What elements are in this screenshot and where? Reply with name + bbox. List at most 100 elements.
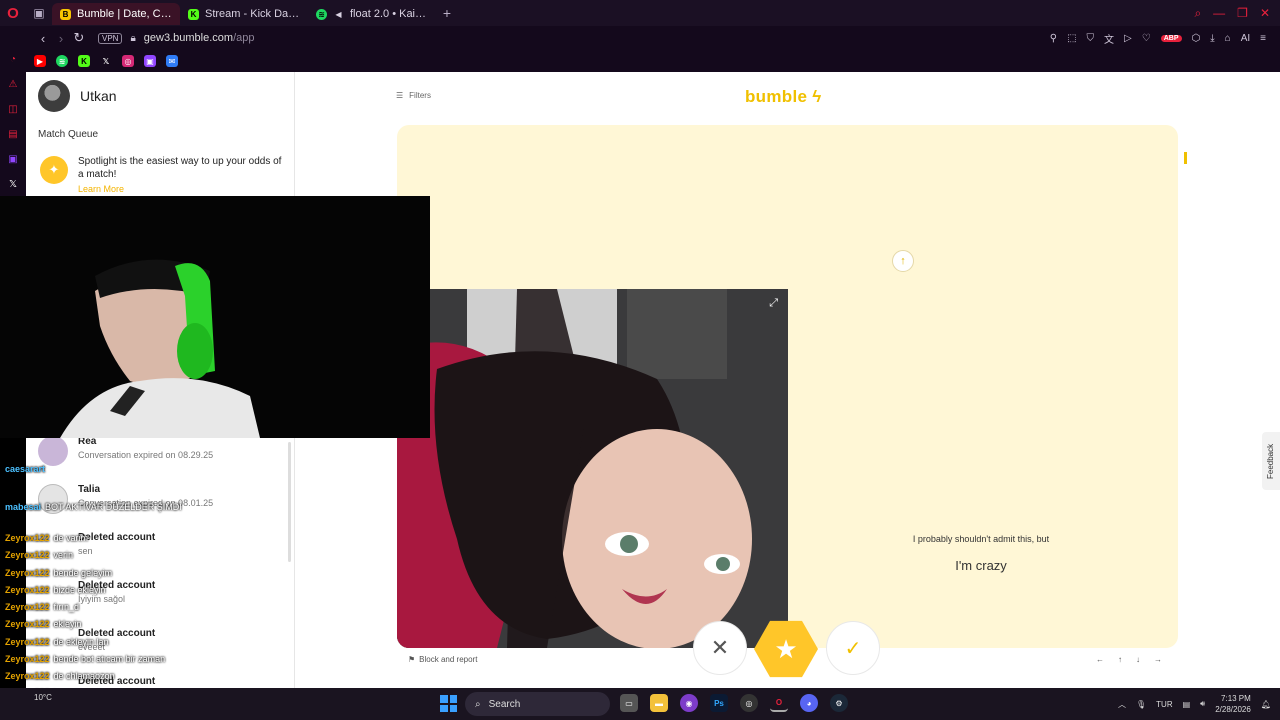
expand-icon[interactable]: ⤢ (769, 297, 778, 310)
conversation-name: Deleted account (78, 676, 156, 687)
conversation-item[interactable]: Rea Conversation expired on 08.29.25 (36, 436, 286, 476)
instagram-bookmark-icon[interactable]: ◎ (122, 55, 134, 67)
conversation-item[interactable]: Talia Conversation expired on 08.01.25 (36, 484, 286, 524)
twitch-bookmark-icon[interactable]: ▣ (144, 55, 156, 67)
download-icon[interactable]: ⤓ (1210, 33, 1214, 44)
steam-icon[interactable]: ⚙ (830, 694, 848, 712)
conversation-item[interactable]: Deleted account İyiyim sağol (36, 580, 286, 620)
star-icon: ★ (774, 633, 798, 664)
tab-island-icon[interactable]: ▣ (26, 0, 52, 26)
filters-button[interactable]: ☰ Filters (396, 91, 431, 100)
clock[interactable]: 7:13 PM 2/28/2026 (1215, 693, 1251, 715)
x-sidebar-icon[interactable]: 𝕏 (6, 177, 20, 191)
opera-taskbar-icon[interactable]: O (770, 694, 788, 712)
taskbar-search[interactable]: ⌕ Search (465, 692, 610, 716)
opera-menu-icon[interactable]: O (0, 0, 26, 26)
url-field[interactable]: gew3.bumble.com/app (144, 32, 255, 44)
minimize-icon[interactable]: — (1213, 6, 1225, 21)
file-explorer-icon[interactable]: ▬ (650, 694, 668, 712)
network-icon[interactable]: ▤ (1183, 700, 1191, 709)
ai-button[interactable]: AI (1241, 33, 1250, 44)
left-arrow-icon: ← (1096, 655, 1104, 664)
tab-title: float 2.0 • Kairo Keyz (350, 8, 428, 20)
keyboard-hints: ← ↑ ↓ → (1096, 655, 1162, 664)
conversation-item[interactable]: Deleted account sen (36, 532, 286, 572)
avatar[interactable] (38, 80, 70, 112)
tab-bumble[interactable]: B Bumble | Date, Chat, Meet New People &… (52, 3, 180, 25)
close-window-icon[interactable]: ✕ (1260, 6, 1270, 21)
microphone-icon[interactable]: 🎙︎ (1136, 700, 1146, 709)
more-menu-icon[interactable]: ≡ (1260, 33, 1266, 44)
adblock-icon[interactable]: ABP (1160, 34, 1182, 42)
card-scrollbar[interactable] (1184, 152, 1187, 164)
back-icon[interactable]: ‹ (34, 31, 52, 46)
wallet-icon[interactable]: ⌂ (1225, 33, 1231, 44)
windows-start-icon[interactable] (440, 695, 457, 712)
scroll-up-icon[interactable]: ↑ (892, 250, 914, 272)
pinboard-icon[interactable]: ▤ (6, 127, 20, 141)
learn-more-link[interactable]: Learn More (78, 184, 124, 194)
play-icon[interactable]: ▷ (1124, 33, 1132, 44)
bolt-icon: ϟ (807, 87, 822, 106)
shield-icon[interactable]: ⛉ (1087, 33, 1095, 44)
reload-icon[interactable]: ↻ (70, 30, 88, 46)
lock-icon[interactable]: 🔒︎ (130, 33, 135, 44)
profile-photo-art (397, 289, 788, 648)
history-icon[interactable]: ◔ (6, 52, 20, 66)
conversation-item[interactable]: Deleted account eveeet (36, 628, 286, 668)
tab-spotify[interactable]: ≋ ◀ float 2.0 • Kairo Keyz (308, 3, 436, 25)
feedback-tab[interactable]: Feedback (1262, 432, 1280, 490)
mail-bookmark-icon[interactable]: ✉ (166, 55, 178, 67)
messenger-icon[interactable]: ◫ (6, 102, 20, 116)
twitch-sidebar-icon[interactable]: ▣ (6, 152, 20, 166)
pin-icon[interactable]: ⚲ (1050, 33, 1057, 44)
conversation-item[interactable]: Deleted account (36, 676, 286, 688)
x-bookmark-icon[interactable]: 𝕏 (100, 55, 112, 67)
screen: O ▣ B Bumble | Date, Chat, Meet New Peop… (0, 0, 1280, 720)
youtube-bookmark-icon[interactable]: ▶ (34, 55, 46, 67)
kick-bookmark-icon[interactable]: K (78, 55, 90, 67)
profile-header[interactable]: Utkan (38, 80, 117, 112)
vpn-badge[interactable]: VPN (98, 32, 123, 44)
maximize-icon[interactable]: ❐ (1237, 6, 1248, 21)
language-indicator[interactable]: TUR (1156, 700, 1172, 709)
notifications-icon[interactable]: 🔔︎ (1261, 700, 1271, 709)
spotlight-icon[interactable]: ✦ (40, 156, 68, 184)
translate-icon[interactable]: 文 (1104, 31, 1114, 46)
extensions-icon[interactable]: ⬡ (1192, 33, 1201, 44)
obs-icon[interactable]: ◎ (740, 694, 758, 712)
tab-title: Stream - Kick Dashboard (205, 8, 300, 20)
bookmarks-bar: ▶ ≋ K 𝕏 ◎ ▣ ✉ (26, 50, 1280, 72)
weather-text[interactable]: 10°C (34, 693, 52, 702)
block-report-link[interactable]: ⚑ Block and report (408, 655, 477, 664)
filters-label: Filters (409, 91, 431, 100)
webcam-overlay (0, 196, 430, 438)
like-button[interactable]: ✓ (826, 621, 880, 675)
tab-kick-dashboard[interactable]: K Stream - Kick Dashboard (180, 3, 308, 25)
forward-icon[interactable]: › (52, 31, 70, 46)
search-tabs-icon[interactable]: ⌕ (1194, 6, 1201, 21)
search-label: Search (488, 698, 521, 710)
conversation-scrollbar[interactable] (288, 442, 291, 562)
photoshop-icon[interactable]: Ps (710, 694, 728, 712)
new-tab-button[interactable]: + (436, 5, 458, 21)
heart-icon[interactable]: ♡ (1142, 33, 1151, 44)
volume-icon[interactable]: 🔊︎ (1200, 699, 1205, 709)
avatar (38, 484, 68, 514)
conversation-preview: İyiyim sağol (78, 594, 126, 604)
tray-chevron-icon[interactable]: ︿ (1118, 699, 1126, 710)
close-icon: ✕ (710, 635, 730, 660)
down-arrow-icon: ↓ (1136, 655, 1140, 664)
aria-icon[interactable]: ⚠ (6, 77, 20, 91)
pass-button[interactable]: ✕ (693, 621, 747, 675)
window-controls: ⌕ — ❐ ✕ (1194, 6, 1280, 21)
spotify-bookmark-icon[interactable]: ≋ (56, 55, 68, 67)
tab-title: Bumble | Date, Chat, Meet New People & N… (77, 8, 172, 20)
tor-browser-icon[interactable]: ◉ (680, 694, 698, 712)
profile-photo[interactable]: ⤢ (397, 289, 788, 648)
discord-icon[interactable]: ◕ (800, 694, 818, 712)
speaker-icon[interactable]: ◀ (333, 9, 344, 20)
conversation-name: Deleted account (78, 580, 156, 591)
snapshot-icon[interactable]: ⬚ (1067, 33, 1076, 44)
task-view-icon[interactable]: ▭ (620, 694, 638, 712)
